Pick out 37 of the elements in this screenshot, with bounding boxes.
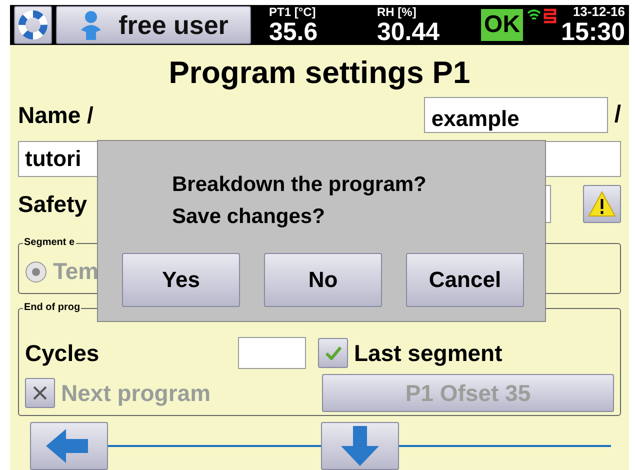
radio-label: Tem: [53, 258, 99, 285]
dialog-message: Breakdown the program?: [172, 172, 426, 198]
reading-value: 30.44: [377, 18, 441, 44]
page-title: Program settings P1: [168, 55, 472, 91]
help-button[interactable]: [14, 6, 52, 44]
warning-button[interactable]: [583, 185, 621, 223]
name-field[interactable]: example: [424, 97, 608, 133]
dialog-button[interactable]: No: [264, 253, 382, 307]
reading-label: PT1 [°C]: [269, 6, 317, 18]
lifebuoy-icon: [18, 10, 48, 40]
cycles-field[interactable]: [238, 337, 306, 369]
group-legend: End of prog: [23, 302, 82, 313]
status-badge: OK: [481, 9, 524, 41]
cross-icon: [32, 385, 48, 401]
back-button[interactable]: [30, 422, 108, 470]
group-legend: Segment e: [23, 237, 76, 248]
field-label: Safety: [18, 190, 88, 218]
dialog-button[interactable]: Cancel: [406, 253, 524, 307]
check-icon: [324, 346, 342, 360]
heater-icon: [543, 8, 558, 24]
checkbox-label: Next program: [61, 380, 211, 406]
person-icon: [78, 10, 103, 40]
checkbox[interactable]: [318, 338, 348, 368]
warning-icon: [588, 191, 616, 217]
date-text: 13-12-16: [572, 5, 625, 19]
wifi-icon: [527, 8, 542, 22]
dialog-button[interactable]: Yes: [122, 253, 240, 307]
time-text: 15:30: [561, 19, 625, 45]
field-label: Cycles: [25, 340, 100, 366]
field-label: Name /: [18, 102, 94, 128]
user-button[interactable]: free user: [56, 6, 251, 44]
checkbox-label: Last segment: [354, 340, 504, 366]
reading-value: 35.6: [269, 18, 319, 44]
dialog-message: Save changes?: [172, 204, 325, 230]
reading-label: RH [%]: [377, 6, 418, 18]
separator-text: /: [614, 101, 621, 129]
down-button[interactable]: [320, 422, 398, 470]
